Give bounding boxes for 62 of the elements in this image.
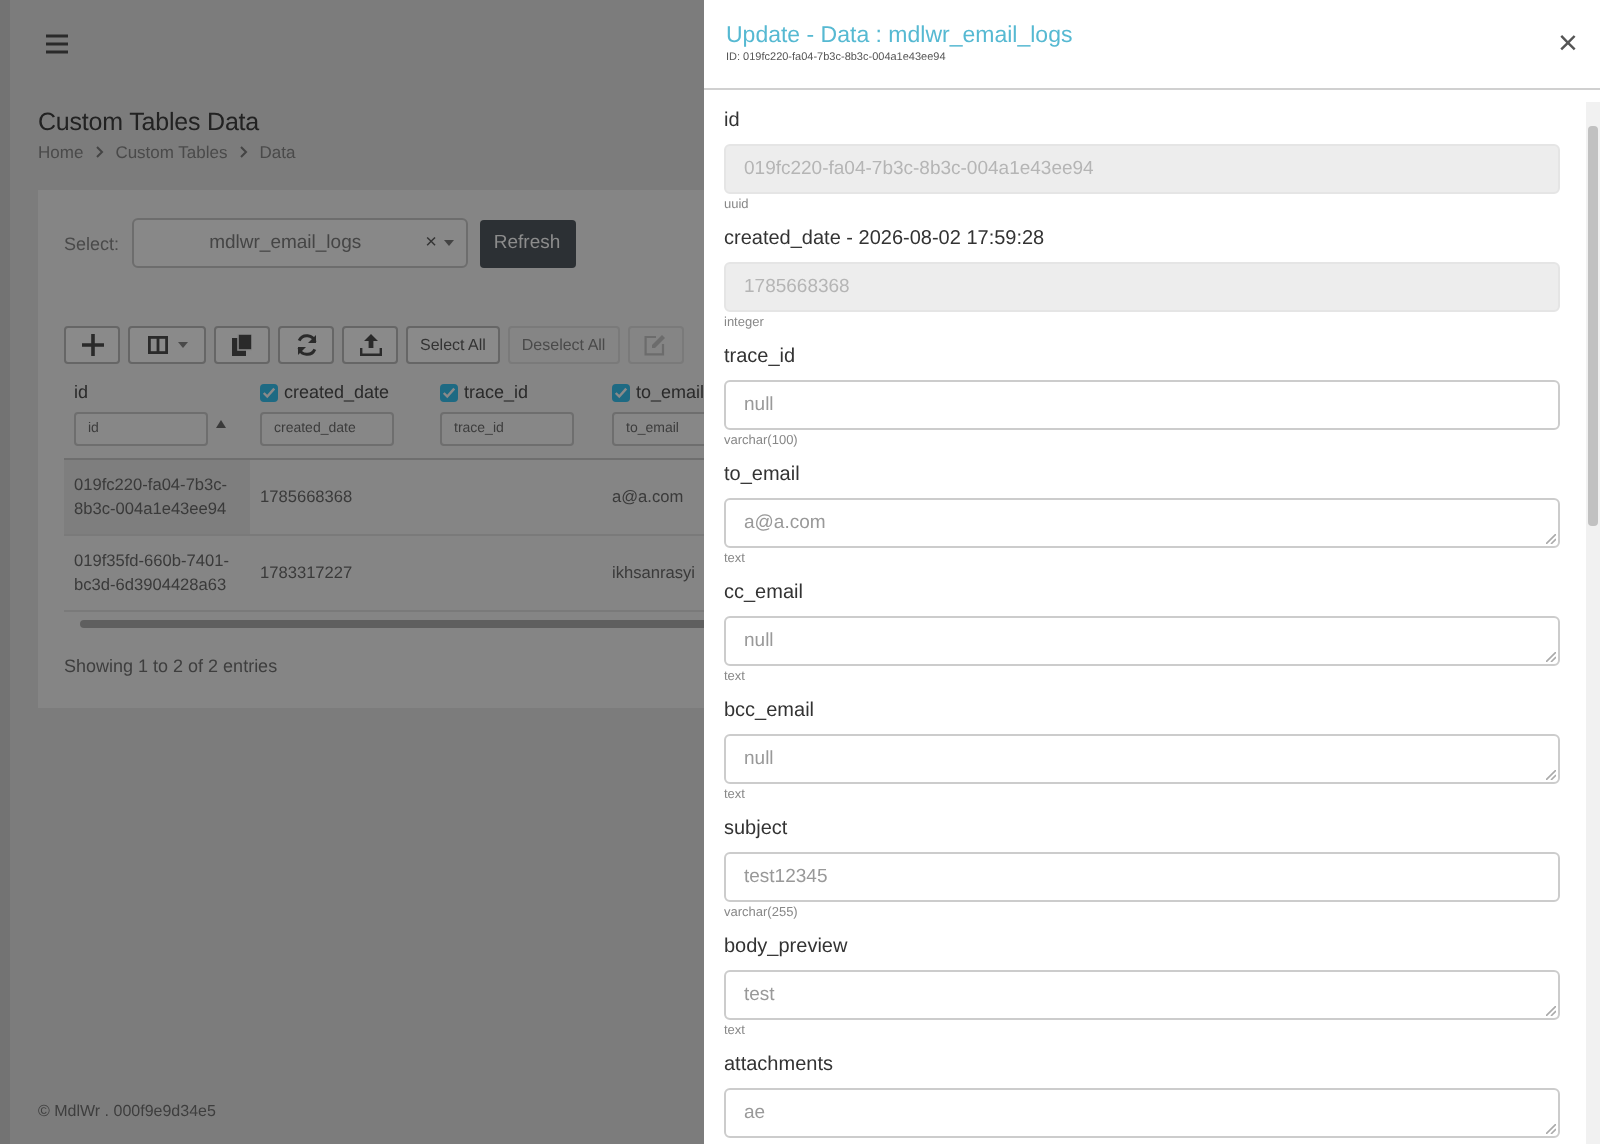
field-label: id bbox=[724, 110, 742, 134]
columns-button[interactable] bbox=[128, 326, 206, 364]
text-area[interactable]: ae bbox=[724, 1088, 1560, 1138]
refresh-button[interactable]: Refresh bbox=[479, 219, 576, 267]
column-header[interactable]: id bbox=[74, 382, 89, 402]
copy-icon bbox=[232, 334, 252, 356]
table-cell: a@a.com bbox=[612, 485, 684, 509]
add-button[interactable] bbox=[64, 326, 120, 364]
column-header[interactable]: created_date bbox=[284, 382, 390, 402]
refresh-icon bbox=[295, 334, 317, 356]
add-icon bbox=[81, 334, 103, 356]
page-title: Custom Tables Data bbox=[38, 108, 262, 136]
field-label: created_date - 2026-08-02 17:59:28 bbox=[724, 228, 1047, 252]
caret-icon bbox=[443, 240, 454, 246]
table-select[interactable]: mdlwr_email_logs × bbox=[131, 218, 468, 268]
menu-icon[interactable] bbox=[46, 34, 68, 54]
input-field[interactable]: null bbox=[724, 380, 1560, 430]
export-button[interactable] bbox=[342, 326, 398, 364]
edit-icon bbox=[644, 334, 667, 356]
chevron-icon bbox=[95, 146, 104, 158]
table-cell-text: 019fc220-fa04-7b3c-8b3c-004a1e43ee94 bbox=[74, 474, 230, 520]
table-cell: 1785668368 bbox=[260, 485, 353, 509]
resize-handle-icon[interactable] bbox=[1546, 770, 1556, 780]
column-header[interactable]: to_email bbox=[636, 382, 704, 402]
column-checkbox[interactable] bbox=[260, 383, 278, 401]
field-label: cc_email bbox=[724, 582, 805, 606]
column-checkbox[interactable] bbox=[440, 383, 458, 401]
upload-icon bbox=[359, 334, 381, 356]
text-area[interactable]: null bbox=[724, 734, 1560, 784]
text-area[interactable]: test bbox=[724, 970, 1560, 1020]
scrollbar[interactable] bbox=[1586, 102, 1600, 1144]
chevron-icon bbox=[239, 146, 248, 158]
close-button[interactable]: × bbox=[1556, 30, 1580, 58]
table-cell: 1783317227 bbox=[260, 561, 353, 585]
panel-title: Update - Data : mdlwr_email_logs bbox=[726, 22, 1075, 50]
field-label: body_preview bbox=[724, 936, 850, 960]
field-label: subject bbox=[724, 818, 790, 842]
column-header[interactable]: trace_id bbox=[464, 382, 529, 402]
clear-button[interactable]: × bbox=[425, 232, 438, 254]
table-info: Showing 1 to 2 of 2 entries bbox=[64, 656, 280, 676]
field-label: trace_id bbox=[724, 346, 798, 370]
refresh-button[interactable] bbox=[278, 326, 334, 364]
horizontal-scrollbar[interactable] bbox=[80, 620, 704, 628]
input-field[interactable]: test12345 bbox=[724, 852, 1560, 902]
table-cell: ikhsanrasyi bbox=[612, 561, 696, 585]
text-area[interactable]: null bbox=[724, 616, 1560, 666]
columns-icon bbox=[147, 336, 167, 354]
footer-text: © MdlWr . 000f9e9d34e5 bbox=[38, 1102, 218, 1120]
field-label: attachments bbox=[724, 1054, 835, 1078]
resize-handle-icon[interactable] bbox=[1546, 534, 1556, 544]
text-area[interactable]: a@a.com bbox=[724, 498, 1560, 548]
field-label: to_email bbox=[724, 464, 802, 488]
field-label: bcc_email bbox=[724, 700, 817, 724]
resize-handle-icon[interactable] bbox=[1546, 1006, 1556, 1016]
copy-button[interactable] bbox=[214, 326, 270, 364]
caret-icon bbox=[177, 342, 187, 348]
select-label: Select: bbox=[64, 233, 120, 253]
resize-handle-icon[interactable] bbox=[1546, 1124, 1556, 1134]
resize-handle-icon[interactable] bbox=[1546, 652, 1556, 662]
column-checkbox[interactable] bbox=[612, 383, 630, 401]
table-cell-text: 019f35fd-660b-7401-bc3d-6d3904428a63 bbox=[74, 550, 231, 596]
select-all-button[interactable]: Select All bbox=[406, 326, 500, 364]
